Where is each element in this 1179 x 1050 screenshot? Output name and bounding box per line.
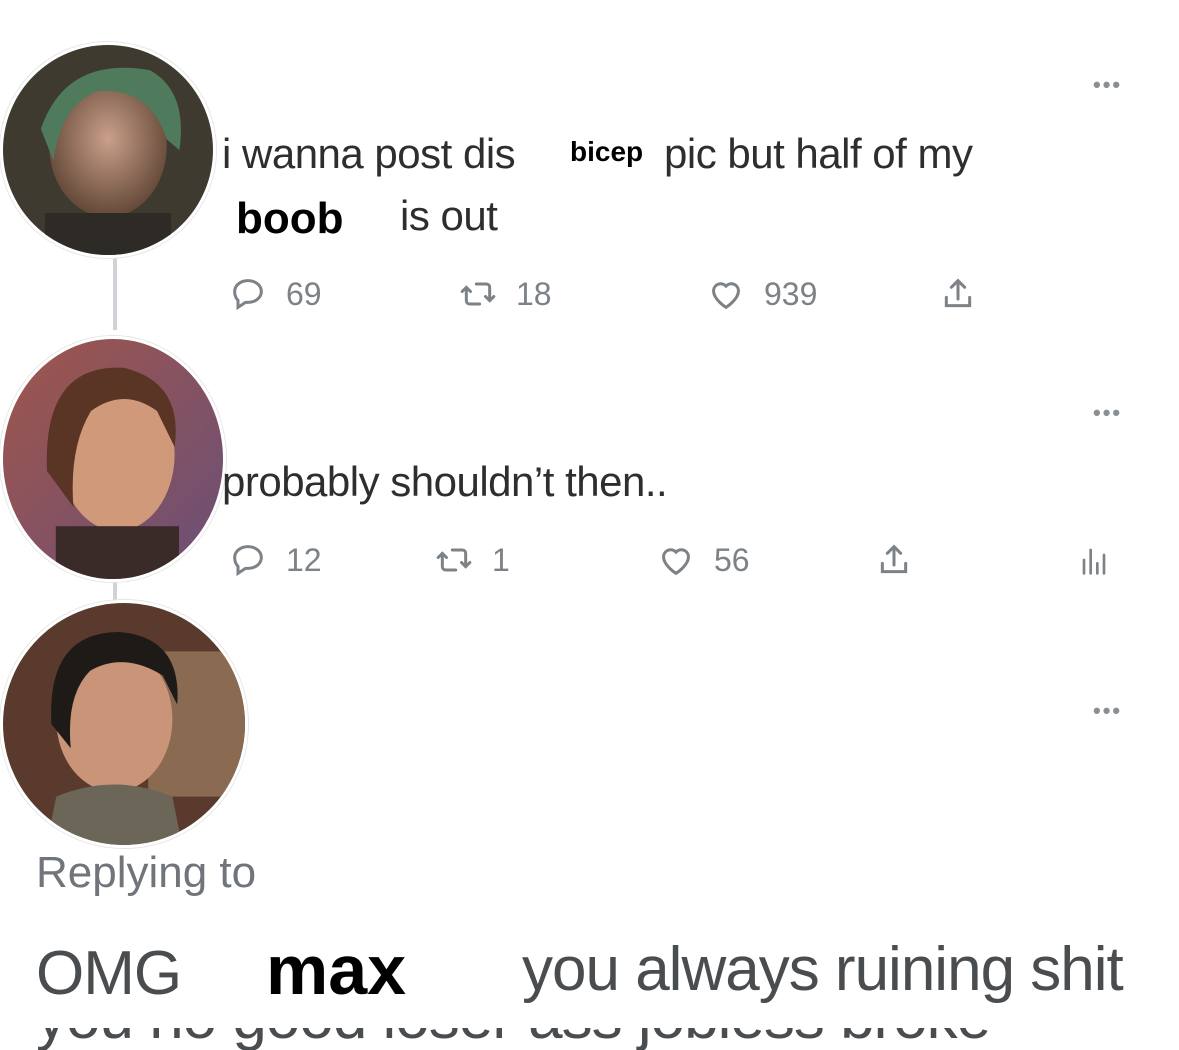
- retweet-icon: [436, 548, 472, 572]
- reply-button[interactable]: 69: [228, 274, 322, 314]
- overlay-word: boob: [234, 194, 354, 244]
- replying-to-label: Replying to: [36, 848, 257, 897]
- retweet-icon: [460, 282, 496, 306]
- like-count: 939: [764, 275, 818, 312]
- tweet-actions: 12 1 56: [228, 540, 1128, 582]
- avatar-image: [3, 603, 245, 845]
- more-icon[interactable]: •••: [1093, 74, 1122, 96]
- thread-connector-line: [113, 250, 117, 330]
- avatar[interactable]: [0, 42, 216, 258]
- tweet-text-part: pic but half of my: [664, 130, 973, 177]
- share-button[interactable]: [938, 274, 978, 314]
- heart-icon: [711, 282, 741, 310]
- reply-button[interactable]: 12: [228, 540, 322, 580]
- tweet-text-part: is out: [400, 192, 498, 239]
- tweet-text: probably shouldn’t then..: [222, 458, 668, 505]
- avatar[interactable]: [0, 600, 248, 848]
- overlay-word: bicep: [566, 136, 648, 168]
- more-icon[interactable]: •••: [1093, 700, 1122, 722]
- avatar-image: [3, 45, 213, 255]
- reply-icon: [233, 279, 263, 311]
- tweet-actions: 69 18 939: [228, 274, 1028, 316]
- avatar[interactable]: [0, 336, 226, 582]
- share-button[interactable]: [874, 540, 914, 580]
- retweet-count: 1: [492, 541, 510, 578]
- like-count: 56: [714, 541, 750, 578]
- reply-text-cutoff-line: you no good loser ass jobless broke: [36, 1028, 991, 1050]
- reply-text-part[interactable]: OMG: [36, 938, 182, 1009]
- more-icon[interactable]: •••: [1093, 402, 1122, 424]
- like-button[interactable]: 939: [706, 274, 817, 314]
- reply-count: 69: [286, 275, 322, 312]
- retweet-button[interactable]: 18: [458, 274, 552, 314]
- like-button[interactable]: 56: [656, 540, 750, 580]
- analytics-icon: [1082, 548, 1106, 575]
- reply-text-part[interactable]: you always ruining shit: [522, 934, 1124, 1005]
- reply-icon: [233, 545, 263, 577]
- retweet-count: 18: [516, 275, 552, 312]
- retweet-button[interactable]: 1: [434, 540, 510, 580]
- avatar-image: [3, 339, 223, 579]
- tweet-text: i wanna post dis: [222, 130, 516, 178]
- share-icon: [944, 278, 972, 308]
- reply-count: 12: [286, 541, 322, 578]
- share-icon: [880, 544, 908, 574]
- heart-icon: [661, 548, 691, 576]
- reply-text-cutoff: you no good loser ass jobless broke: [0, 1028, 1179, 1050]
- overlay-name: max: [262, 930, 411, 1010]
- analytics-button[interactable]: [1074, 540, 1114, 580]
- tweet-text-part: i wanna post dis: [222, 130, 516, 177]
